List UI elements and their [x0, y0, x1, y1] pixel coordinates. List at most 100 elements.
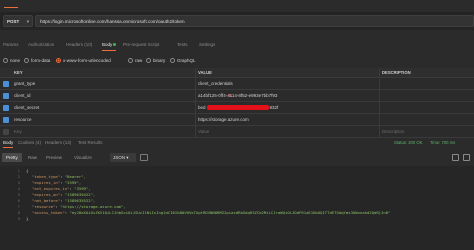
tab-cookies[interactable]: Cookies (4) — [18, 138, 41, 148]
table-row: grant_type client_credentials — [0, 78, 474, 90]
radio-raw[interactable]: raw — [128, 57, 142, 64]
param-key[interactable]: client_id — [14, 90, 194, 102]
row-checkbox[interactable] — [3, 117, 9, 123]
tab-pre-request-script[interactable]: Pre-request Script — [123, 39, 159, 51]
column-header-key: KEY — [14, 70, 23, 75]
view-raw-button[interactable]: Raw — [24, 153, 41, 162]
secret-prefix: bed — [198, 105, 206, 110]
status-code: Status: 200 OK — [394, 140, 423, 145]
json-value: "eyJ0eXAiOiJKV1QiLCJhbGciOiJSUzI1NiIsIng… — [69, 210, 391, 215]
radio-urlencoded-label: x-www-form-urlencoded — [63, 58, 111, 63]
json-value: "https://storage.azure.com", — [60, 204, 126, 209]
param-value[interactable]: a14bf125-0ff4-4114-8f52-e993e7bb7f93 — [198, 90, 378, 102]
param-value-redacted[interactable]: bed 832f — [198, 102, 378, 114]
radio-x-www-form-urlencoded[interactable]: x-www-form-urlencoded — [56, 57, 111, 64]
code-text: { — [26, 168, 29, 173]
response-toolbar: Pretty Raw Preview Visualize JSON ▾ — [0, 152, 474, 164]
response-body-code[interactable]: 1 { 2 "token_type": "Bearer", 3 "expires… — [0, 166, 474, 250]
param-key[interactable]: resource — [14, 114, 194, 126]
param-value[interactable]: client_credentials — [198, 78, 378, 90]
tab-tests[interactable]: Tests — [177, 39, 188, 51]
json-value: "1589639422", — [64, 192, 96, 197]
tab-headers[interactable]: Headers (10) — [66, 39, 92, 51]
top-tab-strip — [0, 0, 474, 9]
radio-graphql[interactable]: GraphQL — [170, 57, 196, 64]
column-divider — [379, 102, 380, 113]
line-number: 9 — [17, 216, 20, 221]
column-divider — [195, 114, 196, 125]
view-preview-button[interactable]: Preview — [42, 153, 66, 162]
column-divider — [195, 78, 196, 89]
param-key[interactable]: grant_type — [14, 78, 194, 90]
tab-response-body[interactable]: Body — [3, 138, 14, 148]
radio-circle-icon — [170, 58, 175, 63]
radio-selected-icon — [56, 58, 61, 63]
radio-circle-icon — [146, 58, 151, 63]
json-value: "3599", — [74, 186, 91, 191]
json-key: "ext_expires_in" — [32, 186, 70, 191]
redaction-mark — [206, 105, 269, 111]
view-pretty-button[interactable]: Pretty — [2, 153, 22, 162]
response-time: Time: 700 ms — [430, 140, 456, 145]
row-checkbox[interactable] — [3, 81, 9, 87]
tab-settings[interactable]: Settings — [199, 39, 215, 51]
search-icon[interactable] — [463, 154, 470, 161]
body-type-radios: none form-data x-www-form-urlencoded raw… — [0, 55, 474, 65]
table-row: client_id a14bf125-0ff4-4114-8f52-e993e7… — [0, 90, 474, 102]
column-divider — [379, 90, 380, 101]
radio-form-data[interactable]: form-data — [24, 57, 50, 64]
radio-graphql-label: GraphQL — [177, 58, 196, 63]
column-divider — [195, 90, 196, 101]
table-row: resource https://storage.azure.com — [0, 114, 474, 126]
tab-body-label: Body — [102, 42, 113, 47]
json-value: "1589635522", — [64, 198, 96, 203]
column-divider — [195, 102, 196, 113]
column-divider — [379, 68, 380, 77]
column-divider — [379, 78, 380, 89]
json-key: "expires_in" — [32, 180, 61, 185]
request-tab[interactable] — [4, 2, 18, 8]
tab-body[interactable]: Body — [102, 39, 117, 51]
code-text: "access_token": "eyJ0eXAiOiJKV1QiLCJhbGc… — [32, 210, 391, 215]
new-description-placeholder[interactable]: Description — [382, 126, 472, 138]
tab-params[interactable]: Params — [3, 39, 19, 51]
radio-none[interactable]: none — [3, 57, 20, 64]
postman-window: POST ▾ https://login.microsoftonline.com… — [0, 0, 474, 250]
url-input[interactable]: https://login.microsoftonline.com/hanssa… — [35, 15, 474, 27]
view-visualize-button[interactable]: Visualize — [70, 153, 96, 162]
table-row: client_secret bed 832f — [0, 102, 474, 114]
code-line: 8 "access_token": "eyJ0eXAiOiJKV1QiLCJhb… — [0, 210, 474, 216]
params-table: KEY VALUE DESCRIPTION grant_type client_… — [0, 68, 474, 138]
method-label: POST — [7, 19, 20, 24]
radio-form-data-label: form-data — [31, 58, 51, 63]
radio-binary-label: binary — [153, 58, 166, 63]
radio-binary[interactable]: binary — [146, 57, 165, 64]
radio-circle-icon — [3, 58, 8, 63]
column-divider — [379, 114, 380, 125]
row-checkbox[interactable] — [3, 93, 9, 99]
method-select[interactable]: POST ▾ — [3, 15, 33, 27]
param-value[interactable]: https://storage.azure.com — [198, 114, 378, 126]
column-divider — [195, 68, 196, 77]
response-tabs: Body Cookies (4) Headers (13) Test Resul… — [0, 138, 474, 148]
mouse-cursor-mark — [228, 94, 231, 97]
wrap-lines-icon[interactable] — [140, 154, 148, 161]
param-key[interactable]: client_secret — [14, 102, 194, 114]
format-select[interactable]: JSON ▾ — [110, 153, 136, 162]
json-key: "expires_on" — [32, 192, 61, 197]
row-checkbox[interactable] — [3, 105, 9, 111]
tab-authorization[interactable]: Authorization — [28, 39, 54, 51]
new-value-placeholder[interactable]: Value — [198, 126, 378, 138]
radio-circle-icon — [24, 58, 29, 63]
row-checkbox[interactable] — [3, 129, 9, 135]
tab-test-results[interactable]: Test Results — [78, 138, 103, 148]
request-tabs: Params Authorization Headers (10) Body P… — [0, 39, 474, 51]
json-key: "access_token" — [32, 210, 65, 215]
json-value: "3599", — [64, 180, 82, 185]
column-header-value: VALUE — [198, 70, 212, 75]
format-label: JSON — [113, 155, 126, 160]
tab-response-headers[interactable]: Headers (13) — [45, 138, 71, 148]
copy-icon[interactable] — [452, 154, 459, 161]
column-divider — [379, 126, 380, 137]
new-key-placeholder[interactable]: Key — [14, 126, 194, 138]
